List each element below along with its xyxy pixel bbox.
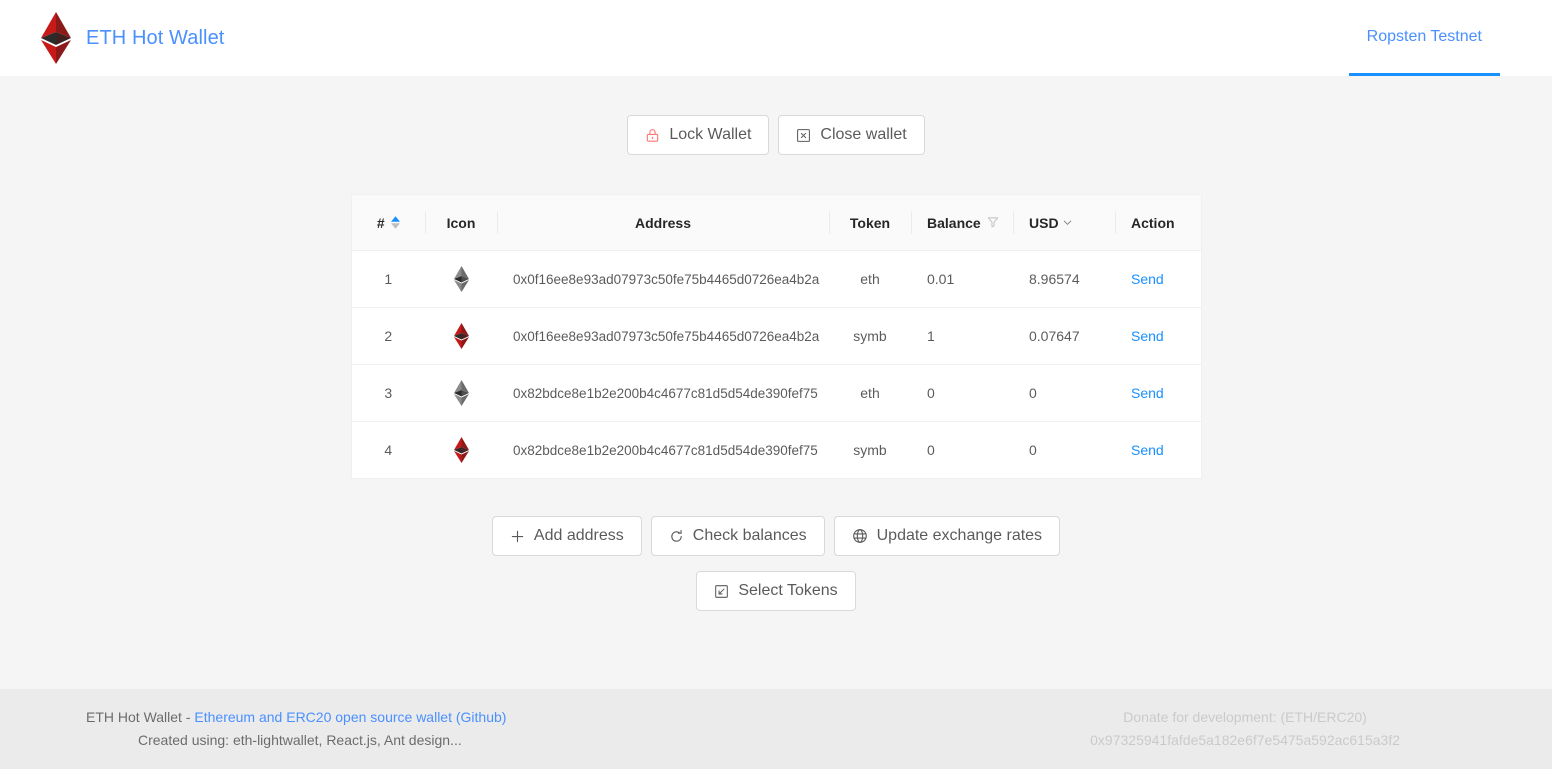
footer-donate: Donate for development: (ETH/ERC20) 0x97… <box>1090 706 1400 752</box>
send-link[interactable]: Send <box>1131 328 1164 344</box>
cell-action: Send <box>1115 421 1202 479</box>
cell-token: symb <box>829 307 911 365</box>
cell-balance: 0 <box>911 364 1013 422</box>
column-header-usd-label: USD <box>1029 214 1059 231</box>
cell-usd: 0 <box>1013 421 1115 479</box>
column-header-action: Action <box>1115 194 1202 251</box>
column-header-address: Address <box>497 194 829 251</box>
cell-usd: 8.96574 <box>1013 250 1115 308</box>
cell-action: Send <box>1115 250 1202 308</box>
cell-icon <box>425 307 497 365</box>
lock-wallet-button[interactable]: Lock Wallet <box>627 115 770 155</box>
column-header-balance-label: Balance <box>927 214 981 231</box>
cell-num: 4 <box>350 421 425 479</box>
column-header-usd[interactable]: USD <box>1013 194 1115 251</box>
cell-balance: 0 <box>911 421 1013 479</box>
cell-token: symb <box>829 421 911 479</box>
update-exchange-rates-button[interactable]: Update exchange rates <box>833 516 1061 556</box>
footer-app-name: ETH Hot Wallet - <box>86 709 195 725</box>
table-row: 3 0x82bdce8e1b2e200b4c4677c81d5d54de390fe… <box>350 364 1202 422</box>
header-nav: Ropsten Testnet <box>1348 0 1500 76</box>
ethereum-diamond-icon <box>40 12 72 64</box>
cell-icon <box>425 250 497 308</box>
cell-icon <box>425 364 497 422</box>
column-header-num-label: # <box>376 214 385 231</box>
cell-address: 0x82bdce8e1b2e200b4c4677c81d5d54de390fef… <box>497 364 829 422</box>
plus-icon <box>510 529 525 544</box>
accounts-table-body: 1 0x0f16ee8e93ad07973c50fe75b4465d0726ea4… <box>350 250 1202 479</box>
table-row: 1 0x0f16ee8e93ad07973c50fe75b4465d0726ea4… <box>350 250 1202 308</box>
footer-donate-label: Donate for development: (ETH/ERC20) <box>1123 709 1367 725</box>
cell-balance: 1 <box>911 307 1013 365</box>
wallet-controls: Lock Wallet Close wallet <box>0 115 1552 155</box>
ethereum-diamond-red-icon <box>453 437 470 463</box>
cell-usd: 0.07647 <box>1013 307 1115 365</box>
cell-usd: 0 <box>1013 364 1115 422</box>
check-balances-label: Check balances <box>692 527 807 544</box>
update-exchange-rates-label: Update exchange rates <box>876 527 1043 544</box>
add-address-button[interactable]: Add address <box>491 516 642 556</box>
globe-icon <box>852 528 868 544</box>
close-wallet-button[interactable]: Close wallet <box>778 115 925 155</box>
column-header-icon: Icon <box>425 194 497 251</box>
column-header-action-label: Action <box>1131 214 1175 231</box>
cell-icon <box>425 421 497 479</box>
lock-icon <box>645 128 660 143</box>
select-tokens-button[interactable]: Select Tokens <box>696 571 856 611</box>
cell-token: eth <box>829 250 911 308</box>
column-header-icon-label: Icon <box>446 214 476 231</box>
accounts-table: # Icon Address Token Balance USD Action … <box>350 194 1202 479</box>
brand-title: ETH Hot Wallet <box>86 26 225 49</box>
column-header-address-label: Address <box>634 214 692 231</box>
close-wallet-label: Close wallet <box>820 126 907 143</box>
column-header-token: Token <box>829 194 911 251</box>
column-header-num[interactable]: # <box>350 194 425 251</box>
column-header-token-label: Token <box>849 214 891 231</box>
footer-donate-address: 0x97325941fafde5a182e6f7e5475a592ac615a3… <box>1090 732 1400 748</box>
select-tokens-label: Select Tokens <box>738 582 838 599</box>
add-address-label: Add address <box>533 527 624 544</box>
nav-item-network[interactable]: Ropsten Testnet <box>1348 0 1500 76</box>
ethereum-diamond-gray-icon <box>453 266 470 292</box>
send-link[interactable]: Send <box>1131 442 1164 458</box>
reload-icon <box>669 529 684 544</box>
column-header-balance: Balance <box>911 194 1013 251</box>
table-row: 2 0x0f16ee8e93ad07973c50fe75b4465d0726ea4… <box>350 307 1202 365</box>
check-balances-button[interactable]: Check balances <box>650 516 825 556</box>
cell-num: 1 <box>350 250 425 308</box>
ethereum-diamond-red-icon <box>453 323 470 349</box>
app-footer: ETH Hot Wallet - Ethereum and ERC20 open… <box>0 689 1552 769</box>
footer-github-link[interactable]: Ethereum and ERC20 open source wallet (G… <box>194 709 506 725</box>
select-box-icon <box>714 584 729 599</box>
ethereum-diamond-gray-icon <box>453 380 470 406</box>
cell-num: 3 <box>350 364 425 422</box>
send-link[interactable]: Send <box>1131 385 1164 401</box>
cell-address: 0x0f16ee8e93ad07973c50fe75b4465d0726ea4b… <box>497 307 829 365</box>
main-content: Lock Wallet Close wallet # Icon Address … <box>0 76 1552 689</box>
filter-funnel-icon[interactable] <box>987 215 999 231</box>
lock-wallet-label: Lock Wallet <box>669 126 752 143</box>
send-link[interactable]: Send <box>1131 271 1164 287</box>
token-actions: Select Tokens <box>0 571 1552 611</box>
accounts-table-head: # Icon Address Token Balance USD Action <box>350 194 1202 251</box>
chevron-down-icon[interactable] <box>1062 215 1073 231</box>
cell-num: 2 <box>350 307 425 365</box>
cell-action: Send <box>1115 307 1202 365</box>
table-row: 4 0x82bdce8e1b2e200b4c4677c81d5d54de390fe… <box>350 421 1202 479</box>
cell-token: eth <box>829 364 911 422</box>
account-actions: Add address Check balances Update exchan… <box>0 516 1552 556</box>
app-header: ETH Hot Wallet Ropsten Testnet <box>0 0 1552 76</box>
cell-address: 0x82bdce8e1b2e200b4c4677c81d5d54de390fef… <box>497 421 829 479</box>
cell-action: Send <box>1115 364 1202 422</box>
accounts-table-wrap: # Icon Address Token Balance USD Action … <box>0 194 1552 479</box>
table-header-row: # Icon Address Token Balance USD Action <box>350 194 1202 251</box>
cell-balance: 0.01 <box>911 250 1013 308</box>
brand-logo-link[interactable]: ETH Hot Wallet <box>40 12 224 64</box>
close-square-icon <box>796 128 811 143</box>
cell-address: 0x0f16ee8e93ad07973c50fe75b4465d0726ea4b… <box>497 250 829 308</box>
caret-sort-icon[interactable] <box>390 216 400 229</box>
